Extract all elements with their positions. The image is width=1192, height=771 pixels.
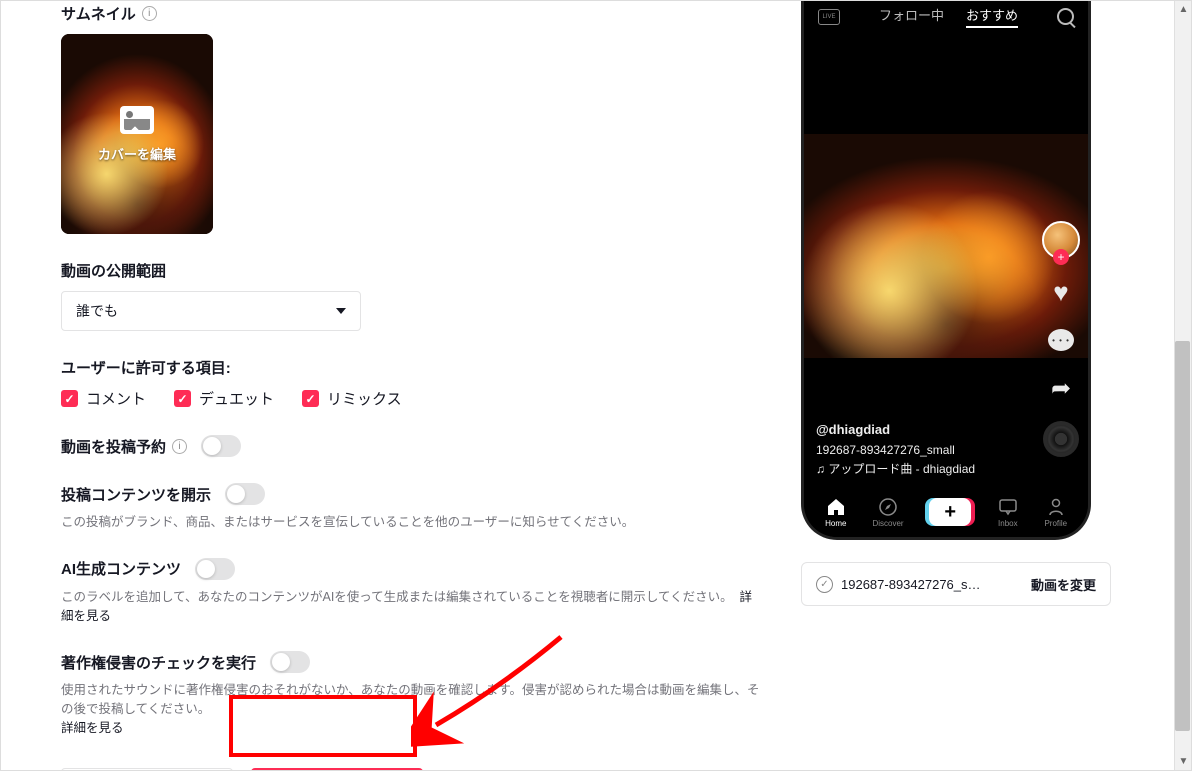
check-icon: ✓ bbox=[174, 390, 191, 407]
comment-icon[interactable] bbox=[1046, 325, 1076, 355]
ai-content-toggle[interactable] bbox=[195, 558, 235, 580]
right-column: LIVE フォロー中 おすすめ ♥ ➦ bbox=[801, 1, 1111, 770]
ai-content-helper-text: このラベルを追加して、あなたのコンテンツがAIを使って生成または編集されているこ… bbox=[61, 590, 733, 604]
file-bar-left: ✓ 192687-893427276_s… bbox=[816, 576, 981, 593]
copyright-label: 著作権侵害のチェックを実行 bbox=[61, 652, 256, 673]
permissions-label: ユーザーに許可する項目: bbox=[61, 357, 761, 378]
schedule-label: 動画を投稿予約 i bbox=[61, 436, 187, 457]
chevron-down-icon bbox=[336, 308, 346, 314]
checkbox-duet-label: デュエット bbox=[199, 388, 274, 409]
ai-content-block: AI生成コンテンツ このラベルを追加して、あなたのコンテンツがAIを使って生成ま… bbox=[61, 558, 761, 626]
info-icon[interactable]: i bbox=[142, 6, 157, 21]
nav-create-button[interactable]: + bbox=[929, 498, 971, 526]
discard-button[interactable]: 破棄する bbox=[61, 768, 233, 771]
checkbox-remix-label: リミックス bbox=[327, 388, 402, 409]
disclosure-label: 投稿コンテンツを開示 bbox=[61, 484, 211, 505]
profile-icon bbox=[1045, 497, 1067, 517]
music-disc-icon[interactable] bbox=[1043, 421, 1079, 457]
share-icon[interactable]: ➦ bbox=[1046, 373, 1076, 403]
schedule-block: 動画を投稿予約 i bbox=[61, 435, 761, 457]
nav-home[interactable]: Home bbox=[825, 497, 847, 528]
phone-handle: @dhiagdiad bbox=[816, 420, 1028, 441]
visibility-select[interactable]: 誰でも bbox=[61, 291, 361, 331]
thumbnail-edit-cover[interactable]: カバーを編集 bbox=[61, 34, 213, 234]
live-icon: LIVE bbox=[818, 9, 840, 25]
ai-content-label: AI生成コンテンツ bbox=[61, 558, 181, 579]
nav-profile[interactable]: Profile bbox=[1044, 497, 1067, 528]
visibility-selected-value: 誰でも bbox=[76, 301, 118, 321]
nav-inbox[interactable]: Inbox bbox=[997, 497, 1019, 528]
phone-filename: 192687-893427276_small bbox=[816, 441, 1028, 460]
checkbox-duet[interactable]: ✓ デュエット bbox=[174, 388, 274, 409]
disclosure-block: 投稿コンテンツを開示 この投稿がブランド、商品、またはサービスを宣伝していること… bbox=[61, 483, 761, 532]
thumbnail-label-text: サムネイル bbox=[61, 3, 136, 24]
content-row: サムネイル i カバーを編集 動画の公開範囲 誰でも ユーザーに許可する項目: bbox=[1, 1, 1191, 770]
post-button[interactable]: 投稿 bbox=[251, 768, 423, 771]
copyright-more-link[interactable]: 詳細を見る bbox=[61, 721, 124, 735]
search-icon[interactable] bbox=[1057, 8, 1074, 25]
info-icon[interactable]: i bbox=[172, 439, 187, 454]
inbox-icon bbox=[997, 497, 1019, 517]
picture-icon bbox=[120, 106, 154, 134]
checkbox-remix[interactable]: ✓ リミックス bbox=[302, 388, 402, 409]
copyright-block: 著作権侵害のチェックを実行 使用されたサウンドに著作権侵害のおそれがないか、あな… bbox=[61, 651, 761, 737]
scrollbar-down-button[interactable]: ▼ bbox=[1175, 753, 1192, 770]
checkbox-comment[interactable]: ✓ コメント bbox=[61, 388, 146, 409]
like-icon[interactable]: ♥ bbox=[1046, 277, 1076, 307]
tab-following[interactable]: フォロー中 bbox=[879, 5, 944, 28]
permissions-block: ユーザーに許可する項目: ✓ コメント ✓ デュエット ✓ リミックス bbox=[61, 357, 761, 409]
app-viewport: サムネイル i カバーを編集 動画の公開範囲 誰でも ユーザーに許可する項目: bbox=[0, 0, 1192, 771]
checkbox-comment-label: コメント bbox=[86, 388, 146, 409]
phone-action-rail: ♥ ➦ bbox=[1042, 221, 1080, 457]
phone-top-bar: LIVE フォロー中 おすすめ bbox=[804, 1, 1088, 36]
file-name: 192687-893427276_s… bbox=[841, 577, 981, 592]
thumbnail-overlay: カバーを編集 bbox=[98, 106, 176, 163]
nav-inbox-label: Inbox bbox=[998, 519, 1018, 528]
tab-recommended[interactable]: おすすめ bbox=[966, 5, 1018, 28]
permissions-row: ✓ コメント ✓ デュエット ✓ リミックス bbox=[61, 388, 761, 409]
home-icon bbox=[825, 497, 847, 517]
copyright-helper: 使用されたサウンドに著作権侵害のおそれがないか、あなたの動画を確認します。侵害が… bbox=[61, 681, 761, 737]
schedule-toggle[interactable] bbox=[201, 435, 241, 457]
phone-bottom-nav: Home Discover + Inbox bbox=[804, 487, 1088, 537]
nav-profile-label: Profile bbox=[1044, 519, 1067, 528]
visibility-label: 動画の公開範囲 bbox=[61, 260, 761, 281]
nav-home-label: Home bbox=[825, 519, 846, 528]
left-column: サムネイル i カバーを編集 動画の公開範囲 誰でも ユーザーに許可する項目: bbox=[61, 1, 761, 770]
check-icon: ✓ bbox=[61, 390, 78, 407]
action-button-row: 破棄する 投稿 bbox=[61, 768, 761, 771]
phone-meta: @dhiagdiad 192687-893427276_small ♫ アップロ… bbox=[816, 420, 1028, 479]
phone-tabs: フォロー中 おすすめ bbox=[879, 5, 1018, 28]
change-video-button[interactable]: 動画を変更 bbox=[1031, 575, 1096, 594]
scrollbar-up-button[interactable]: ▲ bbox=[1175, 1, 1192, 18]
disclosure-helper: この投稿がブランド、商品、またはサービスを宣伝していることを他のユーザーに知らせ… bbox=[61, 513, 761, 532]
visibility-block: 動画の公開範囲 誰でも bbox=[61, 260, 761, 331]
copyright-helper-text: 使用されたサウンドに著作権侵害のおそれがないか、あなたの動画を確認します。侵害が… bbox=[61, 683, 760, 716]
vertical-scrollbar[interactable]: ▲ ▼ bbox=[1174, 1, 1191, 770]
copyright-toggle[interactable] bbox=[270, 651, 310, 673]
check-circle-icon: ✓ bbox=[816, 576, 833, 593]
nav-discover-label: Discover bbox=[872, 519, 903, 528]
ai-content-helper: このラベルを追加して、あなたのコンテンツがAIを使って生成または編集されているこ… bbox=[61, 588, 761, 626]
check-icon: ✓ bbox=[302, 390, 319, 407]
phone-preview: LIVE フォロー中 おすすめ ♥ ➦ bbox=[801, 1, 1091, 540]
edit-cover-label: カバーを編集 bbox=[98, 144, 176, 163]
file-info-bar: ✓ 192687-893427276_s… 動画を変更 bbox=[801, 562, 1111, 606]
compass-icon bbox=[877, 497, 899, 517]
thumbnail-section-label: サムネイル i bbox=[61, 3, 761, 24]
schedule-label-text: 動画を投稿予約 bbox=[61, 436, 166, 457]
scrollbar-thumb[interactable] bbox=[1175, 341, 1190, 731]
avatar-follow-button[interactable] bbox=[1042, 221, 1080, 259]
phone-music: ♫ アップロード曲 - dhiagdiad bbox=[816, 460, 1028, 479]
nav-discover[interactable]: Discover bbox=[872, 497, 903, 528]
disclosure-toggle[interactable] bbox=[225, 483, 265, 505]
